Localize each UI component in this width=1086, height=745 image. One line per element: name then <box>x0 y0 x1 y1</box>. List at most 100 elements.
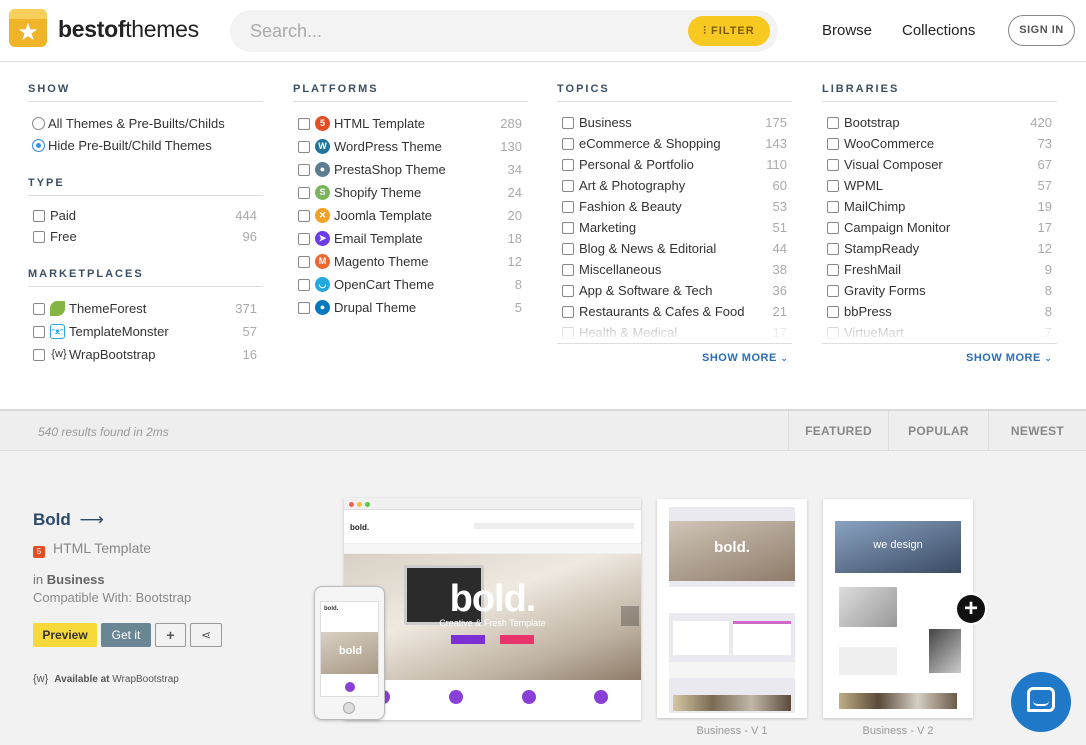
libraries-item[interactable]: Campaign Monitor 17 <box>827 218 1052 238</box>
topics-item[interactable]: Personal & Portfolio 110 <box>562 155 787 175</box>
checkbox[interactable] <box>562 285 574 297</box>
get-it-button[interactable]: Get it <box>101 623 151 647</box>
radio[interactable] <box>32 117 45 130</box>
platforms-item[interactable]: ● PrestaShop Theme 34 <box>298 160 522 180</box>
checkbox[interactable] <box>298 233 310 245</box>
preview-screenshot-desktop[interactable]: bold. bold. Creative & Fresh Template <box>344 498 641 720</box>
checkbox[interactable] <box>562 306 574 318</box>
libraries-item[interactable]: Visual Composer 67 <box>827 155 1052 175</box>
variant-thumbnail-2[interactable]: we design <box>823 499 973 718</box>
add-variant-plus-icon[interactable]: + <box>957 595 985 623</box>
marketplace-wrapbootstrap[interactable]: {w} WrapBootstrap 16 <box>33 345 257 365</box>
checkbox[interactable] <box>827 285 839 297</box>
checkbox[interactable] <box>827 243 839 255</box>
nav-browse[interactable]: Browse <box>822 22 872 39</box>
sort-newest[interactable]: NEWEST <box>988 411 1086 451</box>
libraries-item[interactable]: StampReady 12 <box>827 239 1052 259</box>
checkbox[interactable] <box>562 159 574 171</box>
checkbox[interactable] <box>827 222 839 234</box>
topics-item[interactable]: Fashion & Beauty 53 <box>562 197 787 217</box>
variant-thumbnail-1[interactable]: bold. <box>657 499 807 718</box>
preview-button[interactable]: Preview <box>33 623 97 647</box>
libraries-item[interactable]: FreshMail 9 <box>827 260 1052 280</box>
wrapbootstrap-link[interactable]: WrapBootstrap <box>112 674 179 685</box>
filter-button[interactable]: ⫶ FILTER <box>688 16 770 46</box>
topics-item[interactable]: Art & Photography 60 <box>562 176 787 196</box>
checkbox[interactable] <box>562 117 574 129</box>
checkbox[interactable] <box>827 264 839 276</box>
checkbox[interactable] <box>562 243 574 255</box>
checkbox[interactable] <box>562 138 574 150</box>
checkbox[interactable] <box>827 306 839 318</box>
checkbox[interactable] <box>562 180 574 192</box>
logo-star-icon[interactable]: ★ <box>9 9 47 47</box>
sign-in-button[interactable]: SIGN IN <box>1008 15 1075 46</box>
libraries-show-more[interactable]: SHOW MORE ⌄ <box>966 352 1052 364</box>
checkbox[interactable] <box>827 117 839 129</box>
checkbox[interactable] <box>33 231 45 243</box>
platforms-item[interactable]: 5 HTML Template 289 <box>298 114 522 134</box>
libraries-item[interactable]: bbPress 8 <box>827 302 1052 322</box>
platforms-item[interactable]: ✕ Joomla Template 20 <box>298 206 522 226</box>
topics-item[interactable]: Miscellaneous 38 <box>562 260 787 280</box>
checkbox[interactable] <box>562 264 574 276</box>
checkbox[interactable] <box>298 210 310 222</box>
add-collection-button[interactable]: + <box>155 623 186 647</box>
checkbox[interactable] <box>827 180 839 192</box>
checkbox[interactable] <box>562 222 574 234</box>
category-link[interactable]: Business <box>47 572 105 587</box>
libraries-item[interactable]: WPML 57 <box>827 176 1052 196</box>
radio-selected[interactable] <box>32 139 45 152</box>
checkbox[interactable] <box>33 326 45 338</box>
show-option-hide[interactable]: Hide Pre-Built/Child Themes <box>32 136 262 156</box>
marketplace-themeforest[interactable]: ThemeForest 371 <box>33 299 257 319</box>
checkbox[interactable] <box>298 279 310 291</box>
topics-item[interactable]: eCommerce & Shopping 143 <box>562 134 787 154</box>
type-paid[interactable]: Paid 444 <box>33 206 257 226</box>
platforms-item[interactable]: ● Drupal Theme 5 <box>298 298 522 318</box>
marketplace-templatemonster[interactable]: ᵔᴥᵔ TemplateMonster 57 <box>33 322 257 342</box>
libraries-item[interactable]: Bootstrap 420 <box>827 113 1052 133</box>
type-free[interactable]: Free 96 <box>33 227 257 247</box>
platforms-item[interactable]: ◡ OpenCart Theme 8 <box>298 275 522 295</box>
braces-icon: {w} <box>33 673 49 685</box>
nav-collections[interactable]: Collections <box>902 22 975 39</box>
checkbox[interactable] <box>827 201 839 213</box>
logo-wordmark[interactable]: bestofthemes <box>58 16 199 43</box>
platforms-item[interactable]: S Shopify Theme 24 <box>298 183 522 203</box>
checkbox[interactable] <box>298 302 310 314</box>
libraries-item[interactable]: Gravity Forms 8 <box>827 281 1052 301</box>
checkbox[interactable] <box>33 303 45 315</box>
chevron-down-icon: ⌄ <box>780 354 789 364</box>
checkbox[interactable] <box>298 164 310 176</box>
checkbox[interactable] <box>827 159 839 171</box>
html5-icon: 5 <box>33 546 45 558</box>
platforms-item[interactable]: W WordPress Theme 130 <box>298 137 522 157</box>
sort-featured[interactable]: FEATURED <box>788 411 888 451</box>
checkbox[interactable] <box>298 187 310 199</box>
preview-screenshot-mobile[interactable]: bold. bold <box>314 586 385 720</box>
checkbox[interactable] <box>562 201 574 213</box>
topics-show-more[interactable]: SHOW MORE ⌄ <box>702 352 788 364</box>
libraries-item[interactable]: WooCommerce 73 <box>827 134 1052 154</box>
topics-item[interactable]: Business 175 <box>562 113 787 133</box>
checkbox[interactable] <box>298 141 310 153</box>
checkbox[interactable] <box>827 138 839 150</box>
show-option-all[interactable]: All Themes & Pre-Builts/Childs <box>32 114 262 134</box>
libraries-item[interactable]: MailChimp 19 <box>827 197 1052 217</box>
theme-title[interactable]: Bold ⟶ <box>33 510 104 530</box>
checkbox[interactable] <box>298 256 310 268</box>
platforms-item[interactable]: ➤ Email Template 18 <box>298 229 522 249</box>
platforms-item[interactable]: M Magento Theme 12 <box>298 252 522 272</box>
checkbox[interactable] <box>33 210 45 222</box>
checkbox[interactable] <box>298 118 310 130</box>
search-input[interactable] <box>250 20 650 42</box>
chat-launcher[interactable] <box>1011 672 1071 732</box>
sort-popular[interactable]: POPULAR <box>888 411 988 451</box>
checkbox[interactable] <box>33 349 45 361</box>
share-button[interactable]: ⋖ <box>190 623 222 647</box>
topics-item[interactable]: Restaurants & Cafes & Food 21 <box>562 302 787 322</box>
topics-item[interactable]: Blog & News & Editorial 44 <box>562 239 787 259</box>
topics-item[interactable]: Marketing 51 <box>562 218 787 238</box>
topics-item[interactable]: App & Software & Tech 36 <box>562 281 787 301</box>
